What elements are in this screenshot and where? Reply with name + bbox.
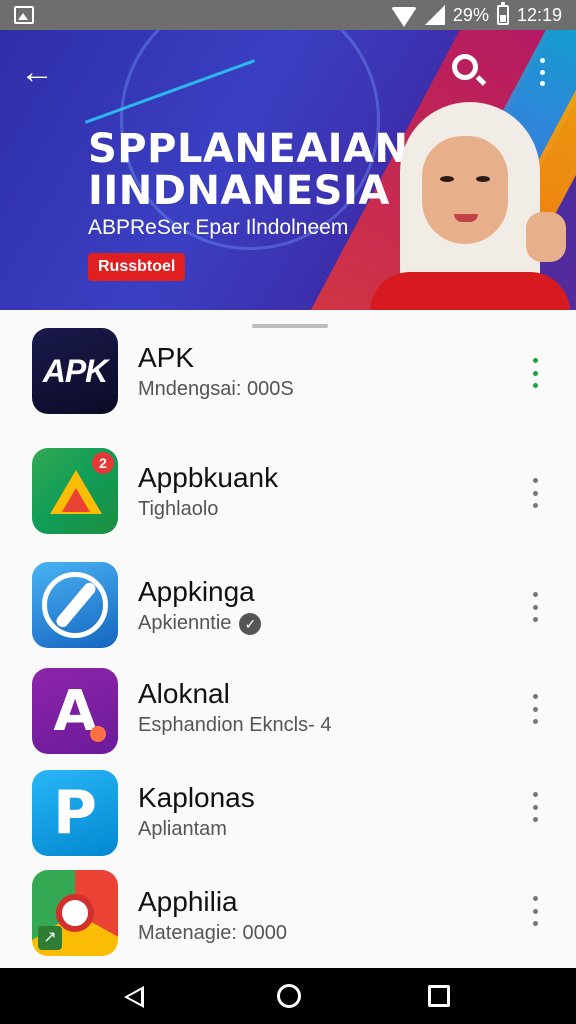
item-overflow-menu-icon[interactable] <box>527 896 543 926</box>
item-overflow-menu-icon[interactable] <box>527 478 543 508</box>
banner-badge-button[interactable]: Russbtoel <box>88 253 186 281</box>
nav-home-icon[interactable] <box>277 984 301 1008</box>
nav-recents-icon[interactable] <box>428 985 450 1007</box>
banner-title-line1: SPPLANEAIAN <box>88 126 409 172</box>
gallery-notification-icon <box>14 6 34 24</box>
promo-banner: ← SPPLANEAIAN IINDNANESIA ABPReSer Epar … <box>0 30 576 310</box>
clock: 12:19 <box>516 4 562 25</box>
battery-percent: 29% <box>452 4 489 25</box>
app-list-item[interactable]: Appkinga Apkienntie ✓ <box>0 562 576 658</box>
app-subtitle: Mndengsai: 000S <box>138 378 294 400</box>
cell-signal-icon <box>424 5 445 25</box>
status-bar: 29% 12:19 <box>0 0 576 30</box>
app-list-item[interactable]: P Kaplonas Apliantam <box>0 770 576 866</box>
app-name: Appkinga <box>138 576 255 607</box>
banner-title-line2: IINDNANESIA <box>88 168 390 214</box>
item-overflow-menu-icon[interactable] <box>527 792 543 822</box>
app-name: Apphilia <box>138 886 238 917</box>
app-name: Appbkuank <box>138 462 279 493</box>
compass-icon <box>32 562 118 648</box>
banner-subtitle: ABPReSer Epar Ilndolneem <box>88 216 349 239</box>
chrome-icon: ↗ <box>32 870 118 956</box>
overflow-menu-icon[interactable] <box>532 54 552 90</box>
nav-back-icon[interactable] <box>124 986 144 1008</box>
app-name: Aloknal <box>138 678 230 709</box>
app-list-item[interactable]: APK APK Mndengsai: 000S <box>0 328 576 424</box>
drive-icon: 2 <box>32 448 118 534</box>
app-list-item[interactable]: A Aloknal Esphandion Ekncls- 4 <box>0 668 576 764</box>
app-subtitle: Matenagie: 0000 <box>138 922 288 944</box>
app-list: APK APK Mndengsai: 000S 2 Appbkuank Tigh… <box>0 310 576 968</box>
app-subtitle: Esphandion Ekncls- 4 <box>138 714 332 736</box>
app-name: Kaplonas <box>138 782 255 813</box>
banner-person-image <box>370 102 570 310</box>
item-overflow-menu-icon[interactable] <box>527 694 543 724</box>
item-overflow-menu-icon[interactable] <box>527 592 543 622</box>
battery-icon <box>496 2 509 25</box>
back-arrow-icon[interactable]: ← <box>20 52 60 92</box>
app-subtitle: Apliantam <box>138 818 227 840</box>
letter-a-icon: A <box>32 668 118 754</box>
search-icon[interactable] <box>448 50 488 90</box>
item-overflow-menu-icon[interactable] <box>527 358 543 388</box>
app-subtitle: Tighlaolo <box>138 498 219 520</box>
app-subtitle: Apkienntie ✓ <box>138 612 262 635</box>
app-list-item[interactable]: 2 Appbkuank Tighlaolo <box>0 448 576 544</box>
wifi-icon <box>390 7 417 27</box>
apk-icon: APK <box>32 328 118 414</box>
app-subtitle-text: Apkienntie <box>138 612 232 634</box>
app-name: APK <box>138 342 195 373</box>
system-navigation-bar <box>0 968 576 1024</box>
notification-count-badge: 2 <box>92 452 114 474</box>
letter-p-icon: P <box>32 770 118 856</box>
app-list-item[interactable]: ↗ Apphilia Matenagie: 0000 <box>0 870 576 966</box>
verified-icon: ✓ <box>239 612 262 635</box>
